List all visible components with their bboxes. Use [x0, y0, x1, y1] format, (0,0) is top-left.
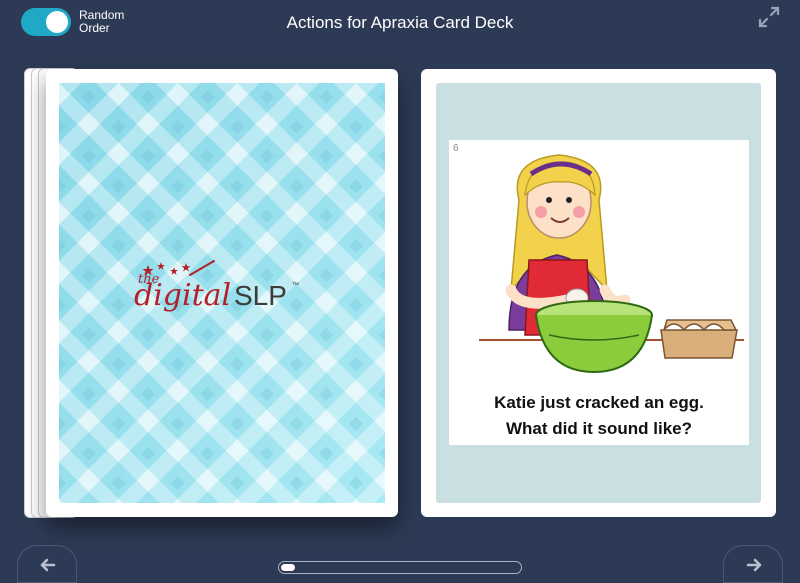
digitalslp-logo: the digital SLP ™ — [134, 259, 314, 319]
arrow-right-icon — [746, 558, 762, 572]
card-picture-frame: 6 Katie just cracked an egg. What did it… — [449, 140, 749, 445]
flash-card-front[interactable]: 6 Katie just cracked an egg. What did it… — [421, 69, 776, 517]
arrow-left-icon — [40, 558, 56, 572]
expand-icon[interactable] — [757, 5, 781, 29]
deck-card-back[interactable]: the digital SLP ™ — [46, 69, 398, 517]
card-panel: 6 Katie just cracked an egg. What did it… — [436, 83, 761, 503]
progress-indicator — [281, 564, 295, 571]
svg-text:digital: digital — [134, 278, 231, 313]
card-back-pattern: the digital SLP ™ — [59, 83, 385, 503]
card-caption: Katie just cracked an egg. What did it s… — [494, 393, 704, 438]
previous-card-button[interactable] — [17, 545, 77, 583]
girl-cracking-egg-illustration — [479, 154, 744, 374]
svg-text:SLP: SLP — [234, 280, 287, 311]
next-card-button[interactable] — [723, 545, 783, 583]
svg-text:™: ™ — [292, 282, 299, 289]
deck-progress-bar[interactable] — [278, 561, 522, 574]
page-title: Actions for Apraxia Card Deck — [286, 13, 514, 32]
